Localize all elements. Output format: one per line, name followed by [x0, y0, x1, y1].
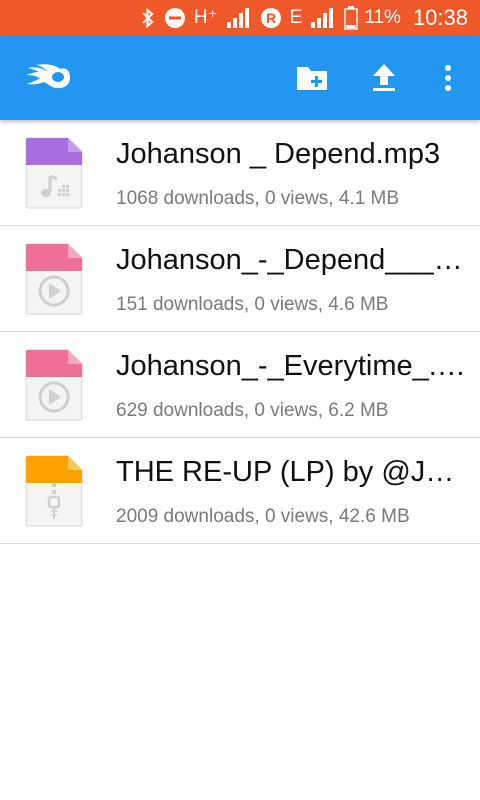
app-bar: [0, 36, 480, 120]
status-bar: H⁺ R E 11% 10:38: [0, 0, 480, 36]
upload-icon[interactable]: [366, 60, 402, 96]
file-meta: 151 downloads, 0 views, 4.6 MB: [116, 294, 389, 315]
file-name: Johanson_-_Everytime_.mp4: [116, 350, 468, 382]
file-row[interactable]: THE RE-UP (LP) by @Johanson.zip 2009 dow…: [0, 438, 480, 544]
file-row[interactable]: Johanson_-_Depend___.mp4 151 downloads, …: [0, 226, 480, 332]
battery-icon: [344, 6, 359, 30]
file-meta: 1068 downloads, 0 views, 4.1 MB: [116, 188, 400, 209]
clock: 10:38: [412, 5, 468, 30]
file-meta: 629 downloads, 0 views, 6.2 MB: [116, 400, 389, 421]
mediafire-logo-icon[interactable]: [24, 60, 72, 96]
video-file-icon: [24, 243, 84, 315]
new-folder-icon[interactable]: [294, 60, 330, 96]
file-row[interactable]: Johanson _ Depend.mp3 1068 downloads, 0 …: [0, 120, 480, 226]
roaming-network-label: E: [289, 7, 303, 28]
file-name: Johanson_-_Depend___.mp4: [116, 244, 468, 276]
file-list: Johanson _ Depend.mp3 1068 downloads, 0 …: [0, 120, 480, 544]
audio-file-icon: [24, 137, 84, 209]
screen: H⁺ R E 11% 10:38 Johanson _ Depend.mp3 1…: [0, 0, 480, 800]
video-file-icon: [24, 349, 84, 421]
file-name: Johanson _ Depend.mp3: [116, 138, 441, 170]
file-meta: 2009 downloads, 0 views, 42.6 MB: [116, 506, 410, 527]
signal-strength-icon-2: [310, 7, 336, 29]
roaming-icon: R: [260, 7, 282, 29]
battery-percentage: 11%: [364, 7, 401, 28]
bluetooth-icon: [140, 7, 156, 29]
svg-text:R: R: [266, 10, 276, 26]
do-not-disturb-icon: [164, 7, 186, 29]
signal-strength-icon: [226, 7, 252, 29]
file-name: THE RE-UP (LP) by @Johanson.zip: [116, 456, 468, 488]
network-type-label: H⁺: [193, 7, 218, 28]
more-vert-icon[interactable]: [430, 60, 466, 96]
file-row[interactable]: Johanson_-_Everytime_.mp4 629 downloads,…: [0, 332, 480, 438]
archive-file-icon: [24, 455, 84, 527]
